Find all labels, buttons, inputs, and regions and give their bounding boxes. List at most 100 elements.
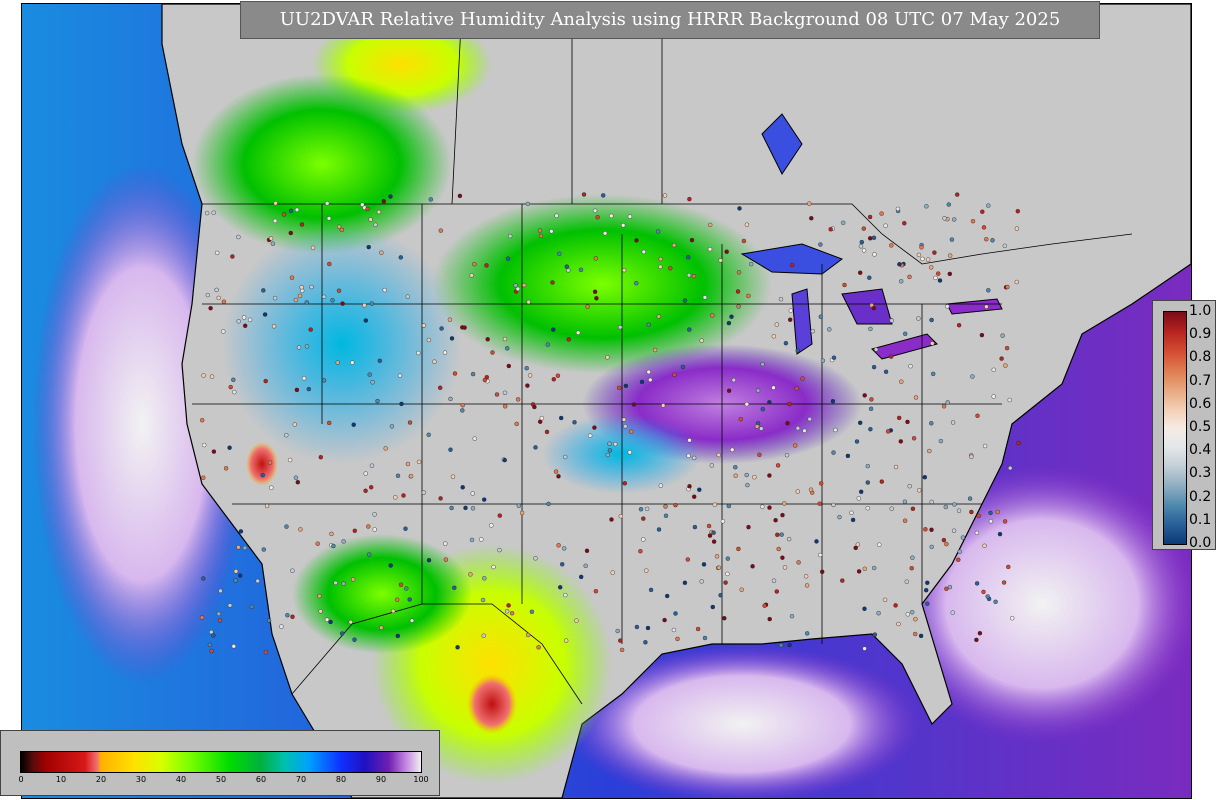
station-dot (861, 248, 867, 253)
station-dot (865, 480, 870, 485)
station-dot (292, 422, 297, 427)
station-dot (831, 450, 836, 455)
station-dot (872, 632, 878, 637)
station-dot (401, 493, 406, 498)
station-dot (948, 253, 953, 258)
station-dot (627, 450, 632, 455)
station-dot (1016, 440, 1021, 446)
station-dot (263, 650, 269, 655)
station-dot (538, 233, 544, 239)
rh-colorbar-tick: 100 (413, 775, 429, 784)
station-dot (982, 543, 987, 548)
station-dot (970, 374, 975, 379)
station-dot (840, 578, 845, 583)
rh-analysis-map[interactable] (21, 3, 1192, 799)
station-dot (502, 457, 507, 463)
station-dot (506, 363, 511, 369)
station-dot (786, 536, 792, 542)
station-dot (255, 578, 260, 584)
station-dot (494, 392, 500, 397)
observation-colorbar-swatch (1163, 311, 1187, 545)
station-dot (658, 256, 663, 262)
station-dot (592, 289, 598, 294)
station-dot (991, 367, 996, 372)
station-dot (448, 396, 453, 402)
station-dot (663, 513, 669, 518)
station-dot (929, 421, 934, 426)
station-dot (907, 274, 912, 280)
station-dot (236, 545, 241, 550)
station-dot (646, 322, 651, 327)
station-dot (638, 507, 644, 512)
station-dot (702, 295, 708, 300)
station-dot (793, 443, 798, 448)
station-dot (472, 436, 477, 441)
station-dot (744, 472, 749, 478)
station-dot (936, 271, 941, 276)
station-dot (619, 647, 625, 653)
station-dot (759, 426, 764, 431)
rh-colorbar-swatch (20, 751, 422, 773)
station-dot (460, 485, 465, 490)
station-dot (969, 454, 974, 459)
station-dot (351, 422, 356, 427)
station-dot (913, 395, 919, 400)
station-dot (299, 222, 305, 227)
station-dot (260, 473, 265, 478)
station-dot (326, 216, 332, 221)
station-dot (537, 228, 543, 233)
station-dot (675, 636, 680, 642)
station-dot (404, 586, 409, 591)
station-dot (716, 452, 721, 458)
station-dot (837, 514, 842, 520)
station-dot (687, 484, 692, 489)
station-dot (409, 618, 415, 623)
station-dot (289, 275, 295, 280)
station-dot (470, 491, 475, 496)
station-dot (774, 589, 779, 594)
station-dot (261, 547, 267, 552)
station-dot (830, 399, 836, 404)
station-dot (1008, 465, 1013, 471)
station-dot (850, 517, 856, 523)
station-dot (525, 632, 531, 638)
station-dot (726, 503, 731, 509)
station-dot (301, 376, 307, 381)
station-dot (524, 366, 529, 371)
station-dot (336, 288, 342, 293)
station-dot (388, 563, 393, 568)
station-dot (452, 371, 458, 376)
station-dot (910, 610, 915, 615)
station-dot (831, 355, 837, 360)
station-dot (982, 443, 988, 449)
station-dot (1001, 580, 1007, 585)
station-dot (352, 637, 357, 642)
station-dot (905, 419, 910, 425)
station-dot (288, 230, 293, 236)
station-dot (525, 383, 530, 388)
station-dot (955, 192, 960, 197)
station-dot (853, 545, 858, 551)
station-dot (856, 569, 862, 574)
station-dot (925, 580, 930, 585)
station-dot (296, 345, 302, 350)
station-dot (817, 501, 822, 506)
station-dot (969, 509, 974, 515)
station-dot (381, 199, 386, 204)
station-dot (470, 506, 476, 511)
station-dot (449, 336, 455, 341)
station-dot (395, 633, 400, 639)
station-dot (304, 344, 310, 349)
station-dot (893, 464, 899, 470)
station-dot (882, 597, 888, 602)
station-dot (236, 319, 241, 324)
station-dot (665, 593, 670, 599)
station-dot (514, 421, 519, 427)
station-dot (780, 555, 785, 560)
station-dot (576, 330, 581, 335)
station-dot (949, 237, 955, 242)
station-dot (889, 243, 894, 248)
station-dot (804, 583, 810, 588)
station-dot (913, 631, 918, 637)
station-dot (399, 401, 404, 407)
